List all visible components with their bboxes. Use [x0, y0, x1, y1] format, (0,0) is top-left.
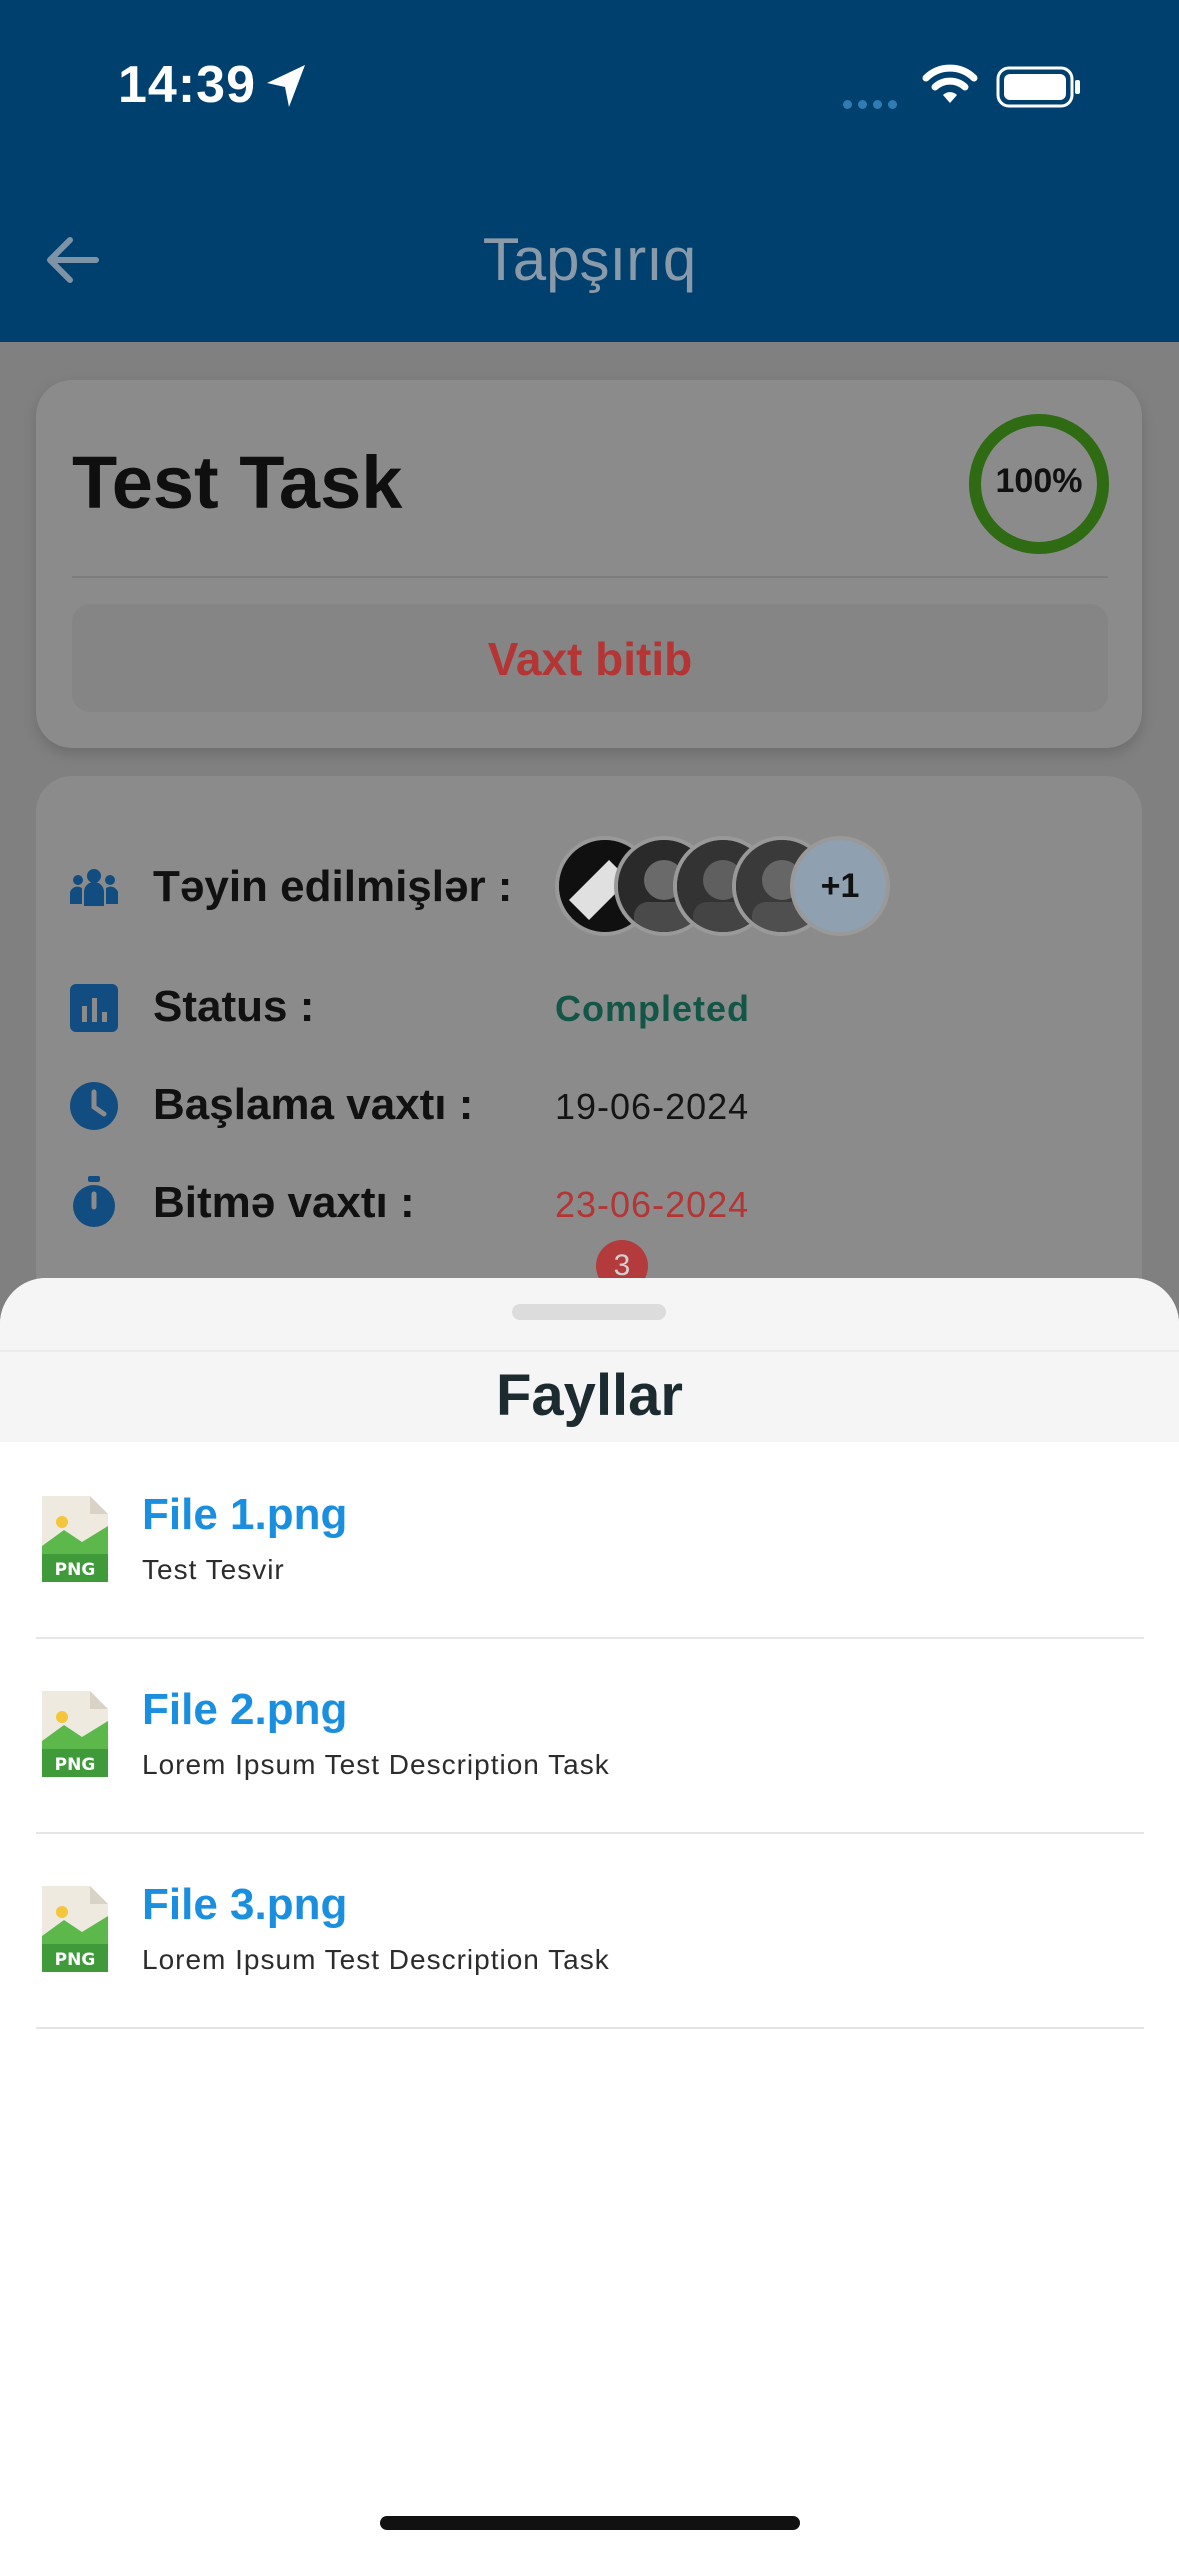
battery-icon — [996, 66, 1080, 108]
file-name[interactable]: File 1.png — [142, 1490, 347, 1540]
svg-text:PNG: PNG — [55, 1560, 96, 1580]
file-name[interactable]: File 3.png — [142, 1880, 347, 1930]
end-date-label: Bitmə vaxtı : — [153, 1178, 415, 1227]
sheet-grabber-handle[interactable] — [512, 1304, 666, 1320]
file-description: Test Tesvir — [142, 1554, 285, 1585]
file-description: Lorem Ipsum Test Description Task — [142, 1944, 610, 1975]
assignees-label: Təyin edilmişlər : — [153, 862, 513, 911]
status-value: Completed — [555, 988, 751, 1029]
end-date-value: 23-06-2024 — [555, 1184, 750, 1225]
png-file-icon: PNG — [42, 1496, 108, 1582]
start-date-value: 19-06-2024 — [555, 1086, 750, 1127]
svg-text:PNG: PNG — [55, 1950, 96, 1970]
wifi-icon — [922, 64, 978, 103]
status-time: 14:39 — [118, 56, 256, 114]
app-header: 14:39 Tapşırıq — [0, 0, 1179, 342]
start-date-label: Başlama vaxtı : — [153, 1080, 474, 1129]
divider — [72, 576, 1108, 578]
cellular-signal-icon — [843, 96, 903, 114]
file-name[interactable]: File 2.png — [142, 1685, 347, 1735]
progress-label: 100% — [995, 462, 1083, 500]
files-bottom-sheet: Fayllar PNG File 1.png Test Tesvir PNG F… — [0, 1278, 1179, 2556]
svg-text:PNG: PNG — [55, 1755, 96, 1775]
file-list-item[interactable]: PNG File 2.png Lorem Ipsum Test Descript… — [36, 1637, 1144, 1834]
sheet-header: Fayllar — [0, 1278, 1179, 1442]
location-arrow-icon — [267, 65, 305, 107]
divider — [0, 1350, 1179, 1352]
file-list-item[interactable]: PNG File 1.png Test Tesvir — [36, 1442, 1144, 1639]
png-file-icon: PNG — [42, 1691, 108, 1777]
sheet-title: Fayllar — [496, 1363, 683, 1428]
file-list-item[interactable]: PNG File 3.png Lorem Ipsum Test Descript… — [36, 1832, 1144, 2029]
clock-icon — [70, 1082, 118, 1130]
home-indicator[interactable] — [380, 2516, 800, 2530]
task-title: Test Task — [72, 441, 403, 524]
deadline-status-text: Vaxt bitib — [487, 633, 693, 685]
file-description: Lorem Ipsum Test Description Task — [142, 1749, 610, 1780]
stopwatch-icon — [73, 1176, 115, 1227]
status-label: Status : — [153, 982, 315, 1031]
more-assignees-badge[interactable]: +1 — [790, 836, 890, 936]
people-icon — [70, 869, 118, 906]
chart-icon — [70, 984, 118, 1032]
png-file-icon: PNG — [42, 1886, 108, 1972]
page-title: Tapşırıq — [482, 226, 697, 293]
